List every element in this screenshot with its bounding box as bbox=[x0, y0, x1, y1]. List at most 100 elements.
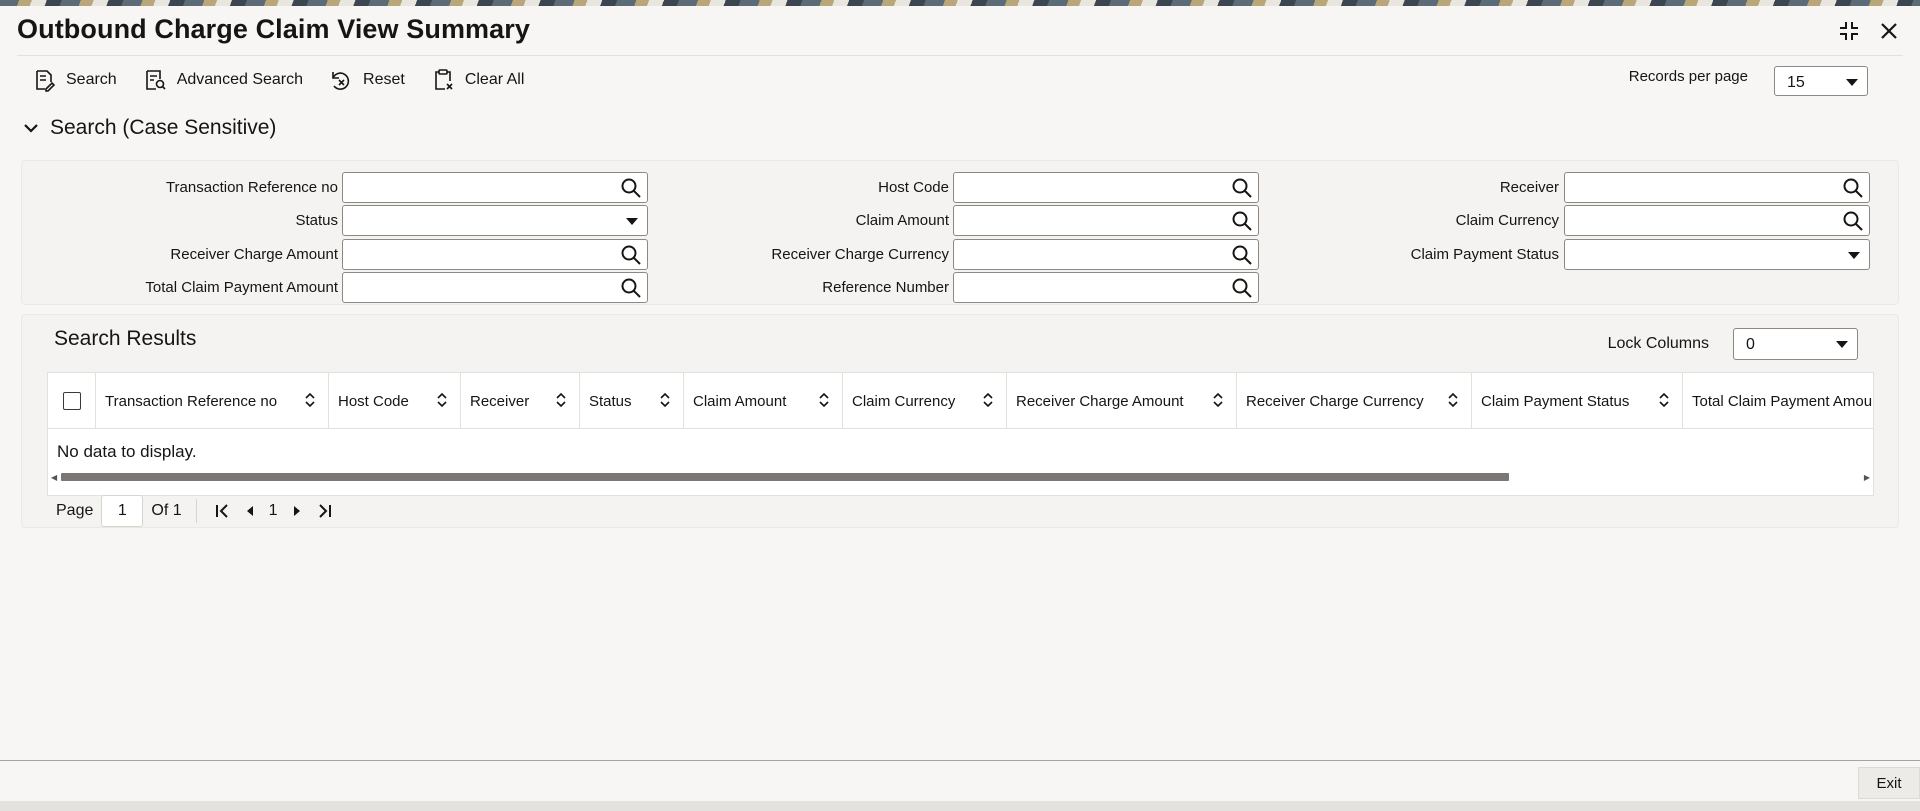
column-header-label: Claim Currency bbox=[852, 392, 956, 410]
claim-currency-label: Claim Currency bbox=[1455, 212, 1559, 229]
minimize-icon[interactable] bbox=[1836, 18, 1862, 44]
search-section-toggle[interactable]: Search (Case Sensitive) bbox=[22, 116, 276, 140]
column-header[interactable]: Receiver Charge Amount bbox=[1007, 373, 1237, 429]
horizontal-scrollbar[interactable]: ◀ ▶ bbox=[48, 470, 1873, 482]
sort-icon[interactable] bbox=[304, 391, 316, 409]
chevron-down-icon bbox=[1848, 252, 1860, 259]
last-page-icon[interactable] bbox=[314, 500, 336, 522]
column-header-label: Transaction Reference no bbox=[105, 392, 278, 410]
search-icon[interactable] bbox=[620, 177, 642, 199]
reset-button-label: Reset bbox=[363, 71, 405, 88]
total-claim-payment-amount-label: Total Claim Payment Amount bbox=[145, 279, 338, 296]
scrollbar-thumb[interactable] bbox=[61, 473, 1509, 481]
host-code-label: Host Code bbox=[878, 179, 949, 196]
scroll-left-icon[interactable]: ◀ bbox=[51, 473, 57, 482]
page-label: Page bbox=[56, 502, 94, 519]
sort-icon[interactable] bbox=[982, 391, 994, 409]
page-input[interactable]: 1 bbox=[101, 495, 144, 527]
advanced-search-button-label: Advanced Search bbox=[176, 71, 304, 88]
column-header[interactable]: Host Code bbox=[329, 373, 461, 429]
search-icon[interactable] bbox=[620, 277, 642, 299]
transaction-reference-no-field[interactable] bbox=[342, 172, 648, 203]
column-header-label: Receiver Charge Amount bbox=[1016, 392, 1184, 410]
receiver-field[interactable] bbox=[1564, 172, 1870, 203]
current-page-number[interactable]: 1 bbox=[269, 502, 278, 520]
receiver-charge-currency-label: Receiver Charge Currency bbox=[771, 246, 949, 263]
column-header[interactable]: Receiver Charge Currency bbox=[1237, 373, 1472, 429]
advanced-search-icon bbox=[145, 70, 166, 90]
receiver-label: Receiver bbox=[1499, 179, 1559, 196]
search-section-title: Search (Case Sensitive) bbox=[50, 116, 277, 139]
transaction-reference-no-label: Transaction Reference no bbox=[165, 179, 338, 196]
receiver-charge-amount-field[interactable] bbox=[342, 239, 648, 270]
column-header-label: Claim Payment Status bbox=[1481, 392, 1630, 410]
pager-divider bbox=[195, 499, 197, 523]
sort-icon[interactable] bbox=[555, 391, 567, 409]
claim-payment-status-label: Claim Payment Status bbox=[1410, 246, 1559, 263]
records-per-page: Records per page 15 bbox=[1629, 66, 1868, 96]
first-page-icon[interactable] bbox=[211, 500, 233, 522]
chevron-down-icon bbox=[626, 218, 638, 225]
advanced-search-button[interactable]: Advanced Search bbox=[143, 66, 303, 94]
column-header[interactable]: Status bbox=[580, 373, 684, 429]
footer-bar: Exit bbox=[0, 760, 1920, 811]
header-banner-strip bbox=[0, 0, 1920, 6]
select-all-checkbox[interactable] bbox=[62, 392, 81, 410]
page-title: Outbound Charge Claim View Summary bbox=[17, 14, 530, 44]
total-claim-payment-amount-field[interactable] bbox=[342, 272, 648, 303]
page-input-value: 1 bbox=[117, 502, 127, 519]
claim-payment-status-select[interactable] bbox=[1564, 239, 1870, 270]
scroll-right-icon[interactable]: ▶ bbox=[1864, 473, 1870, 482]
column-header[interactable]: Claim Amount bbox=[684, 373, 843, 429]
column-header[interactable]: Transaction Reference no bbox=[96, 373, 329, 429]
search-icon[interactable] bbox=[1231, 210, 1253, 232]
sort-icon[interactable] bbox=[1212, 391, 1224, 409]
chevron-down-icon bbox=[24, 124, 38, 133]
lock-columns-value: 0 bbox=[1746, 336, 1755, 353]
column-header-label: Claim Amount bbox=[693, 392, 787, 410]
search-icon[interactable] bbox=[620, 244, 642, 266]
reference-number-label: Reference Number bbox=[822, 279, 949, 296]
exit-button[interactable]: Exit bbox=[1858, 767, 1920, 799]
search-icon[interactable] bbox=[1231, 244, 1253, 266]
records-per-page-select[interactable]: 15 bbox=[1774, 66, 1868, 96]
column-header[interactable]: Claim Payment Status bbox=[1472, 373, 1683, 429]
records-per-page-value: 15 bbox=[1787, 74, 1805, 91]
clear-all-button[interactable]: Clear All bbox=[431, 66, 525, 94]
footer-band bbox=[0, 801, 1920, 811]
results-table: Transaction Reference no Host Code Recei… bbox=[47, 372, 1874, 496]
reference-number-field[interactable] bbox=[953, 272, 1259, 303]
search-icon[interactable] bbox=[1842, 210, 1864, 232]
reset-icon bbox=[332, 72, 350, 90]
clear-all-button-label: Clear All bbox=[464, 71, 525, 88]
column-header-label: Receiver Charge Currency bbox=[1246, 392, 1424, 410]
sort-icon[interactable] bbox=[659, 391, 671, 409]
sort-icon[interactable] bbox=[1658, 391, 1670, 409]
table-header: Transaction Reference no Host Code Recei… bbox=[48, 373, 1873, 429]
column-header[interactable]: Claim Currency bbox=[843, 373, 1007, 429]
sort-icon[interactable] bbox=[1447, 391, 1459, 409]
host-code-field[interactable] bbox=[953, 172, 1259, 203]
receiver-charge-currency-field[interactable] bbox=[953, 239, 1259, 270]
column-header[interactable]: Total Claim Payment Amou bbox=[1683, 373, 1873, 429]
next-page-icon[interactable] bbox=[286, 500, 308, 522]
reset-button[interactable]: Reset bbox=[329, 66, 405, 94]
status-select[interactable] bbox=[342, 205, 648, 236]
search-button[interactable]: Search bbox=[32, 66, 117, 94]
window-controls bbox=[1836, 18, 1902, 44]
status-label: Status bbox=[295, 212, 338, 229]
sort-icon[interactable] bbox=[818, 391, 830, 409]
search-icon[interactable] bbox=[1231, 177, 1253, 199]
column-header[interactable]: Receiver bbox=[461, 373, 580, 429]
page-of-label: Of 1 bbox=[151, 502, 182, 519]
previous-page-icon[interactable] bbox=[239, 500, 261, 522]
search-icon[interactable] bbox=[1842, 177, 1864, 199]
exit-button-label: Exit bbox=[1876, 774, 1902, 792]
claim-amount-field[interactable] bbox=[953, 205, 1259, 236]
search-results-title: Search Results bbox=[54, 327, 197, 350]
sort-icon[interactable] bbox=[436, 391, 448, 409]
lock-columns-select[interactable]: 0 bbox=[1733, 328, 1858, 360]
claim-currency-field[interactable] bbox=[1564, 205, 1870, 236]
search-icon[interactable] bbox=[1231, 277, 1253, 299]
close-icon[interactable] bbox=[1876, 18, 1902, 44]
